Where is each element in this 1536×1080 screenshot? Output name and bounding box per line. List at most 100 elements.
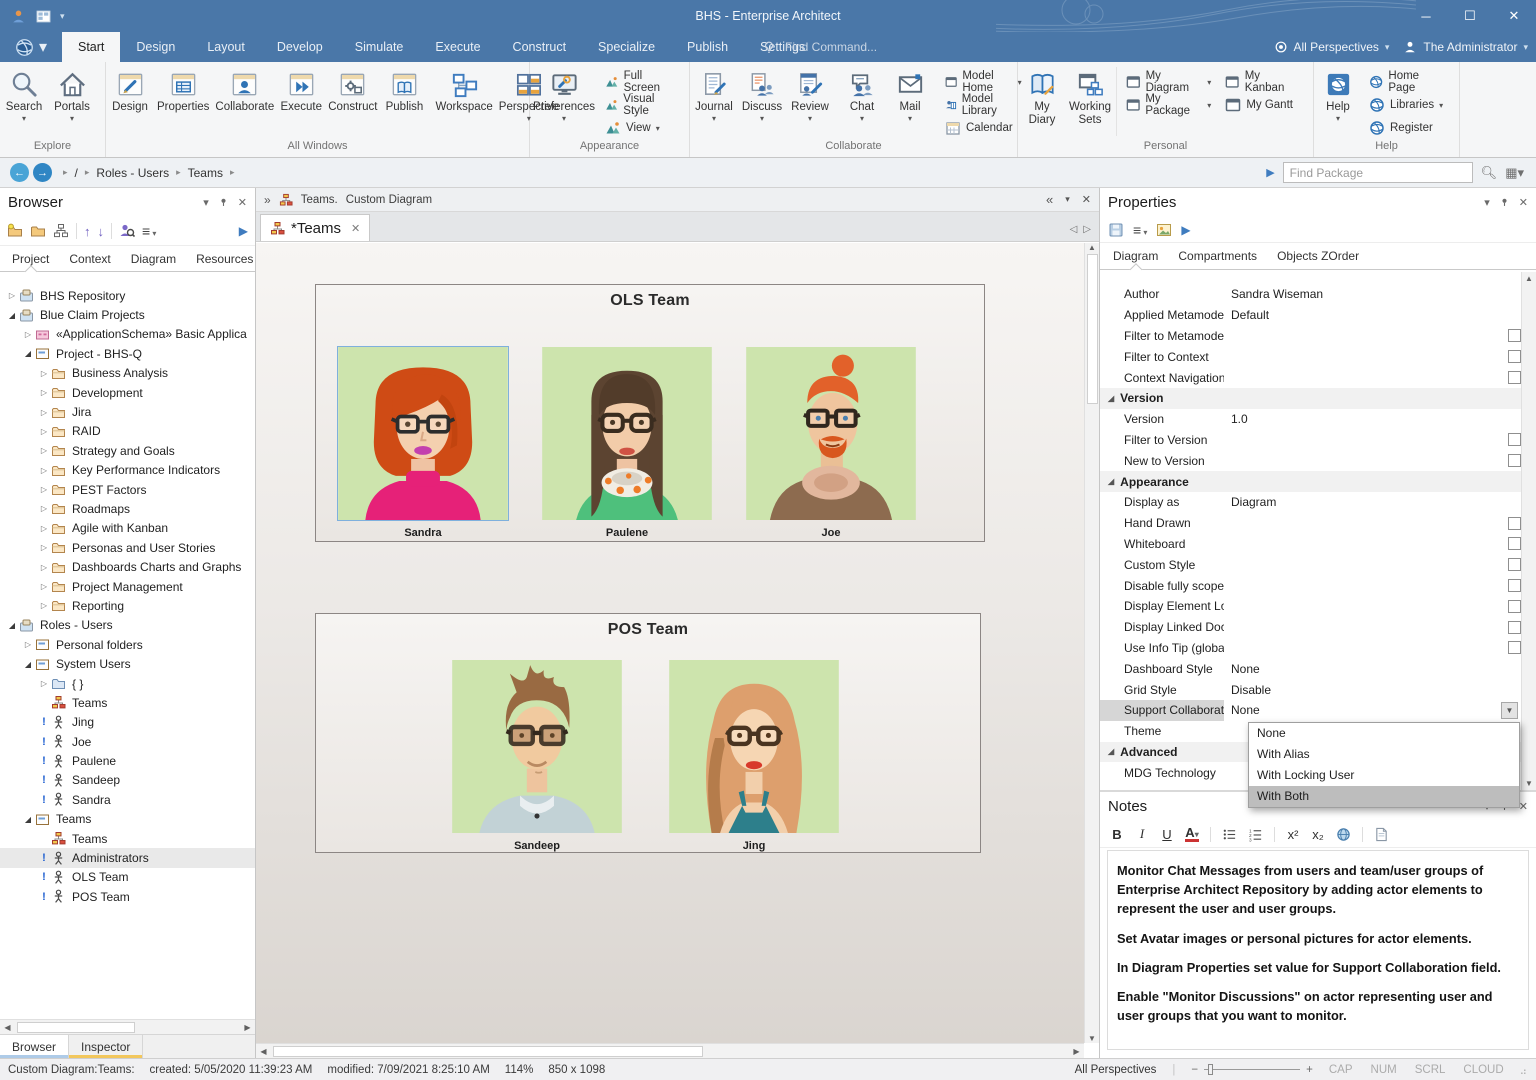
breadcrumb-item[interactable]: ▸/ (56, 166, 78, 180)
tree-item[interactable]: PEST Factors (0, 480, 255, 499)
team-group-pos[interactable]: POS Team Sandeep Jing (315, 613, 981, 853)
tree-expand-icon[interactable] (37, 755, 51, 767)
new-diagram-icon[interactable] (53, 223, 69, 239)
property-row[interactable]: ◢Support Collaboration None ▼ (1100, 700, 1521, 721)
bottom-tab[interactable]: Browser (0, 1035, 69, 1058)
tree-expand-icon[interactable] (37, 891, 51, 903)
tree-item[interactable]: Teams (0, 810, 255, 829)
property-checkbox[interactable] (1508, 433, 1521, 446)
ribbon-button[interactable]: Execute▾ (277, 65, 325, 140)
tree-expand-icon[interactable] (37, 852, 51, 864)
tree-item[interactable]: Blue Claim Projects (0, 305, 255, 324)
properties-tab[interactable]: Objects ZOrder (1268, 243, 1368, 269)
ribbon-button[interactable]: Help▾ (1314, 65, 1362, 140)
header-caret-icon[interactable]: ▾ (1065, 194, 1070, 205)
tree-expand-icon[interactable] (37, 601, 51, 610)
superscript-button[interactable]: x² (1286, 827, 1300, 842)
ribbon-tab[interactable]: Publish (671, 32, 744, 62)
tree-expand-icon[interactable] (37, 524, 51, 533)
tab-scroll-left-icon[interactable]: ◁ (1070, 224, 1078, 235)
minimize-button[interactable]: ─ (1404, 0, 1448, 32)
property-checkbox[interactable] (1508, 641, 1521, 654)
tree-item[interactable]: Roadmaps (0, 499, 255, 518)
property-checkbox[interactable] (1508, 621, 1521, 634)
property-row[interactable]: ◢Disable fully scoped o... ▼ (1100, 575, 1521, 596)
property-row[interactable]: ◢Applied Metamodel Default ▼ (1100, 305, 1521, 326)
ribbon-button[interactable]: Workspace▾ (432, 65, 495, 140)
property-row[interactable]: ◢Appearance ▼ (1100, 471, 1521, 492)
property-row[interactable]: ◢Author Sandra Wiseman ▼ (1100, 284, 1521, 305)
tree-expand-icon[interactable] (37, 485, 51, 494)
tree-item[interactable]: POS Team (0, 887, 255, 906)
ribbon-small-button[interactable]: Full Screen▾ (598, 72, 689, 92)
dropdown-option[interactable]: With Locking User (1249, 765, 1519, 786)
hamburger-menu-icon[interactable]: ≡ ▾ (1133, 222, 1147, 238)
tree-expand-icon[interactable] (37, 504, 51, 513)
property-checkbox[interactable] (1508, 579, 1521, 592)
property-row[interactable]: ◢Whiteboard ▼ (1100, 534, 1521, 555)
property-row[interactable]: ◢Dashboard Style None ▼ (1100, 658, 1521, 679)
ribbon-small-button[interactable]: My Diagram▾ (1119, 72, 1218, 92)
resize-grip-icon[interactable]: ⣠ (1520, 1064, 1528, 1075)
close-button[interactable]: ✕ (1492, 0, 1536, 32)
ribbon-button[interactable]: Construct▾ (325, 65, 380, 140)
tree-item[interactable]: Reporting (0, 596, 255, 615)
collapse-icon[interactable]: « (1046, 192, 1053, 207)
status-perspectives[interactable]: All Perspectives (1075, 1064, 1157, 1076)
zoom-in-icon[interactable]: + (1306, 1064, 1313, 1076)
expand-toolbar-icon[interactable]: ▶ (1181, 223, 1190, 237)
tree-expand-icon[interactable] (37, 427, 51, 436)
ribbon-button[interactable]: Chat▾ (838, 65, 886, 140)
ribbon-small-button[interactable]: My Package▾ (1119, 95, 1218, 115)
panel-menu-caret-icon[interactable]: ▾ (203, 196, 209, 209)
tree-expand-icon[interactable] (37, 388, 51, 397)
tree-item[interactable]: Administrators (0, 848, 255, 867)
tree-item[interactable]: Personal folders (0, 635, 255, 654)
tree-expand-icon[interactable] (21, 349, 35, 358)
document-icon[interactable] (1374, 827, 1389, 842)
tree-expand-icon[interactable] (37, 563, 51, 572)
ribbon-small-button[interactable]: Register▾ (1362, 118, 1459, 138)
properties-tab[interactable]: Diagram (1104, 243, 1167, 269)
perspectives-selector[interactable]: All Perspectives (1294, 40, 1379, 54)
browser-tab[interactable]: Resources (188, 246, 261, 271)
browser-tab[interactable]: Project (4, 246, 57, 271)
tree-item[interactable]: Key Performance Indicators (0, 461, 255, 480)
ribbon-button[interactable]: Mail▾ (886, 65, 934, 140)
folder-icon[interactable] (30, 223, 46, 239)
tree-item[interactable]: Strategy and Goals (0, 441, 255, 460)
tree-item[interactable]: Roles - Users (0, 616, 255, 635)
property-row[interactable]: ◢Display Element Lock... ▼ (1100, 596, 1521, 617)
tree-expand-icon[interactable] (37, 679, 51, 688)
property-row[interactable]: ◢Filter to Context ▼ (1100, 346, 1521, 367)
bullet-list-icon[interactable] (1222, 827, 1237, 842)
tree-expand-icon[interactable] (5, 621, 19, 630)
tree-expand-icon[interactable] (37, 582, 51, 591)
ribbon-small-button[interactable]: Home Page▾ (1362, 72, 1459, 92)
property-checkbox[interactable] (1508, 517, 1521, 530)
underline-button[interactable]: U (1160, 827, 1174, 842)
breadcrumb-item[interactable]: ▸Teams (169, 166, 223, 180)
save-icon[interactable] (1108, 222, 1124, 238)
tree-item[interactable]: «ApplicationSchema» Basic Applica (0, 325, 255, 344)
ribbon-small-button[interactable]: Calendar▾ (938, 118, 1029, 138)
tree-item[interactable]: System Users (0, 654, 255, 673)
tree-item[interactable]: { } (0, 674, 255, 693)
diagram-horizontal-scrollbar[interactable]: ◀▶ (256, 1043, 1084, 1058)
grid-view-icon[interactable]: ▦▾ (1505, 165, 1524, 181)
expand-header-icon[interactable]: » (264, 193, 271, 207)
ribbon-button[interactable]: Properties▾ (154, 65, 212, 140)
browser-tab[interactable]: Diagram (123, 246, 184, 271)
ribbon-button[interactable]: Collaborate▾ (212, 65, 277, 140)
close-panel-icon[interactable]: ✕ (1519, 196, 1528, 209)
subscript-button[interactable]: x₂ (1311, 827, 1325, 842)
app-menu-button[interactable]: ▾ (0, 32, 62, 62)
tree-expand-icon[interactable] (21, 660, 35, 669)
section-collapse-icon[interactable]: ◢ (1108, 747, 1114, 756)
ribbon-button[interactable]: Journal▾ (690, 65, 738, 140)
property-checkbox[interactable] (1508, 350, 1521, 363)
back-button[interactable]: ← (10, 163, 29, 182)
dropdown-option[interactable]: With Alias (1249, 744, 1519, 765)
dropdown-option[interactable]: With Both (1249, 786, 1519, 807)
expand-toolbar-icon[interactable]: ▶ (239, 224, 248, 238)
